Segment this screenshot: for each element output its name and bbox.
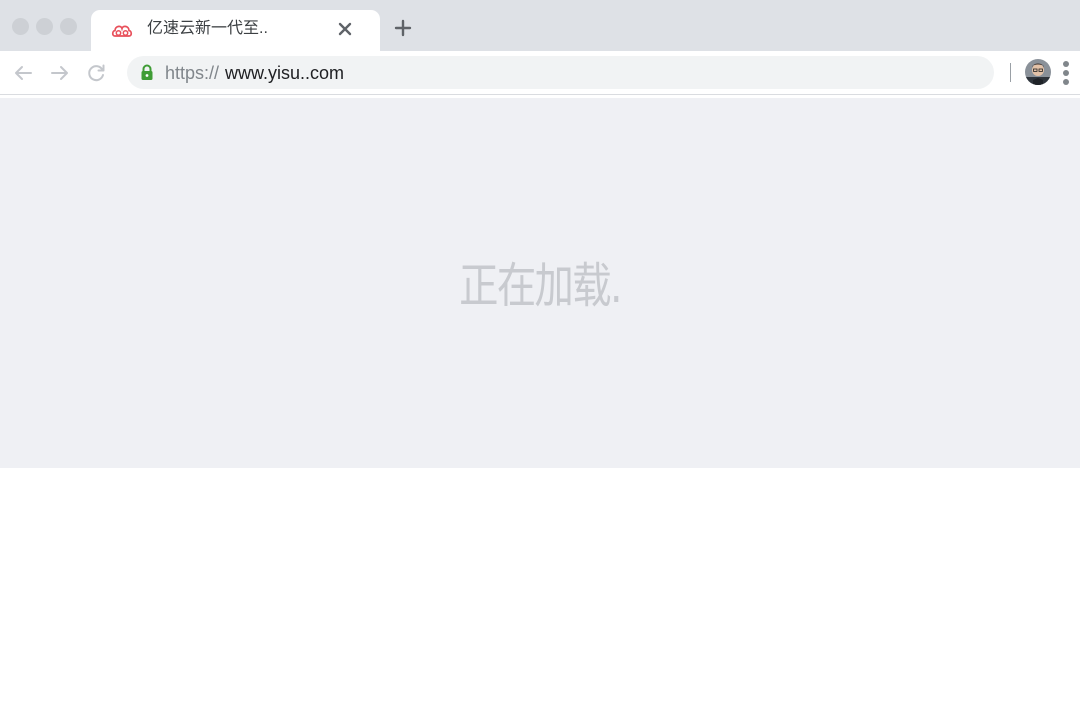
page-content: 正在加载. <box>0 98 1080 468</box>
browser-window: 亿速云新一代至.. https:// www.yisu..com 正在加载. <box>0 0 1080 720</box>
user-avatar[interactable] <box>1025 59 1051 85</box>
active-tab[interactable]: 亿速云新一代至.. <box>91 10 380 51</box>
address-bar[interactable]: https://www.yisu..com <box>127 56 994 89</box>
plus-icon[interactable] <box>392 17 414 39</box>
tab-strip: 亿速云新一代至.. <box>0 0 1080 51</box>
more-vertical-icon[interactable] <box>1060 59 1074 87</box>
url-host: www.yisu..com <box>225 63 345 83</box>
lock-icon <box>140 64 154 81</box>
reload-icon[interactable] <box>84 61 108 85</box>
url-text: https://www.yisu..com <box>165 62 344 84</box>
menu-dot <box>1063 70 1069 76</box>
toolbar-divider <box>1010 63 1011 82</box>
window-minimize-button[interactable] <box>36 18 53 35</box>
url-scheme: https:// <box>165 63 220 83</box>
browser-toolbar: https://www.yisu..com <box>0 51 1080 95</box>
window-maximize-button[interactable] <box>60 18 77 35</box>
loading-text: 正在加载. <box>459 258 622 314</box>
arrow-right-icon[interactable] <box>48 61 72 85</box>
menu-dot <box>1063 79 1069 85</box>
menu-dot <box>1063 61 1069 67</box>
yisu-cloud-logo-icon <box>111 20 133 40</box>
arrow-left-icon[interactable] <box>11 61 35 85</box>
window-close-button[interactable] <box>12 18 29 35</box>
close-icon[interactable] <box>334 18 356 40</box>
tab-title: 亿速云新一代至.. <box>147 20 268 37</box>
